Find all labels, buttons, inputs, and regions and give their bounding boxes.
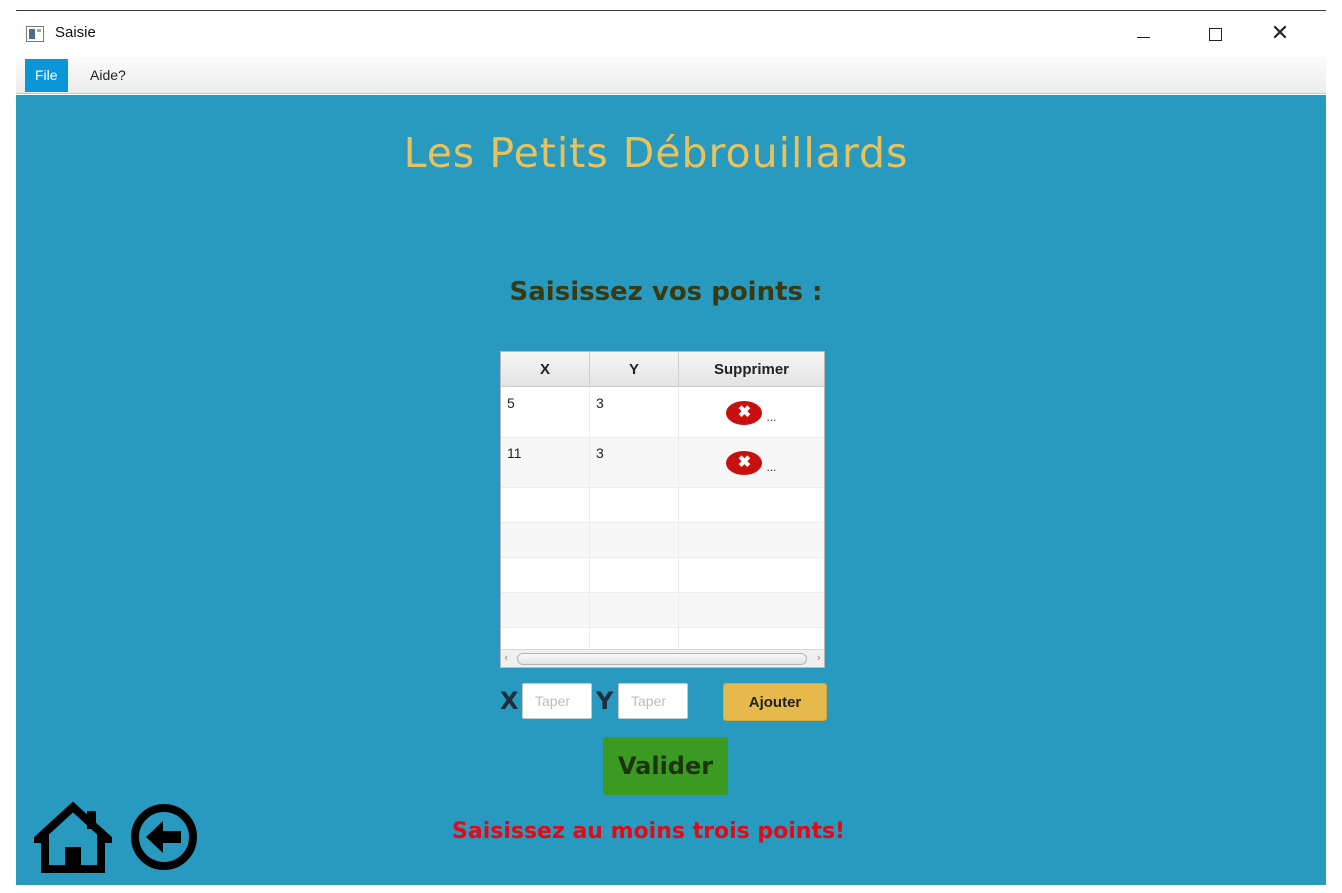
empty-row (501, 523, 824, 558)
cell-x: 5 (501, 388, 590, 437)
empty-cell (501, 628, 590, 650)
empty-cell (679, 593, 824, 627)
title-bar: Saisie ✕ (16, 10, 1326, 58)
app-window-icon (26, 26, 44, 42)
cell-y: 3 (590, 388, 679, 437)
y-label: Y (596, 687, 614, 715)
table-row[interactable]: 5 3 ✖ ... (501, 388, 824, 438)
x-label: X (500, 687, 519, 715)
empty-cell (590, 593, 679, 627)
validate-button[interactable]: Valider (603, 737, 728, 795)
scroll-right-arrow-icon[interactable]: › (817, 651, 821, 664)
points-table[interactable]: X Y Supprimer 5 3 ✖ ... 11 3 ✖ ... ‹ › (500, 351, 825, 668)
delete-icon: ✖ (726, 450, 763, 475)
empty-cell (679, 628, 824, 650)
cell-y: 3 (590, 438, 679, 487)
empty-cell (590, 523, 679, 557)
empty-row (501, 488, 824, 523)
main-panel: Les Petits Débrouillards Saisissez vos p… (16, 95, 1326, 885)
column-header-x[interactable]: X (501, 352, 590, 387)
window-title: Saisie (55, 24, 96, 41)
scrollbar-thumb[interactable] (517, 653, 807, 665)
delete-button[interactable]: ✖ ... (726, 450, 777, 475)
minimize-button[interactable] (1120, 17, 1166, 51)
empty-cell (501, 488, 590, 522)
empty-row (501, 593, 824, 628)
app-title: Les Petits Débrouillards (403, 129, 909, 177)
cell-supprimer: ✖ ... (679, 388, 824, 437)
empty-cell (679, 488, 824, 522)
empty-cell (590, 488, 679, 522)
delete-ellipsis: ... (766, 409, 777, 424)
empty-cell (501, 593, 590, 627)
cell-x: 11 (501, 438, 590, 487)
horizontal-scrollbar[interactable]: ‹ › (501, 649, 824, 667)
menu-aide[interactable]: Aide? (80, 57, 136, 94)
delete-ellipsis: ... (766, 459, 777, 474)
close-button[interactable]: ✕ (1257, 17, 1303, 51)
table-header: X Y Supprimer (501, 352, 824, 387)
cell-supprimer: ✖ ... (679, 438, 824, 487)
y-input[interactable] (618, 683, 688, 719)
table-row[interactable]: 11 3 ✖ ... (501, 438, 824, 488)
menu-file[interactable]: File (25, 59, 68, 92)
error-message: Saisissez au moins trois points! (452, 819, 846, 844)
maximize-icon (1208, 27, 1222, 41)
table-body: 5 3 ✖ ... 11 3 ✖ ... (501, 388, 824, 650)
scroll-left-arrow-icon[interactable]: ‹ (504, 651, 508, 664)
empty-row (501, 628, 824, 650)
empty-row (501, 558, 824, 593)
home-icon[interactable] (27, 801, 119, 873)
menu-bar: File Aide? (16, 57, 1326, 94)
x-input[interactable] (522, 683, 592, 719)
form-subtitle: Saisissez vos points : (509, 277, 823, 307)
empty-cell (501, 523, 590, 557)
maximize-button[interactable] (1192, 17, 1238, 51)
delete-icon: ✖ (726, 400, 763, 425)
empty-cell (679, 523, 824, 557)
minimize-icon (1136, 36, 1150, 38)
column-header-y[interactable]: Y (590, 352, 679, 387)
empty-cell (590, 628, 679, 650)
add-button[interactable]: Ajouter (723, 683, 827, 721)
empty-cell (501, 558, 590, 592)
empty-cell (679, 558, 824, 592)
delete-button[interactable]: ✖ ... (726, 400, 777, 425)
back-arrow-icon[interactable] (128, 801, 200, 873)
close-icon: ✕ (1270, 21, 1290, 46)
column-header-supprimer[interactable]: Supprimer (679, 352, 824, 387)
empty-cell (590, 558, 679, 592)
